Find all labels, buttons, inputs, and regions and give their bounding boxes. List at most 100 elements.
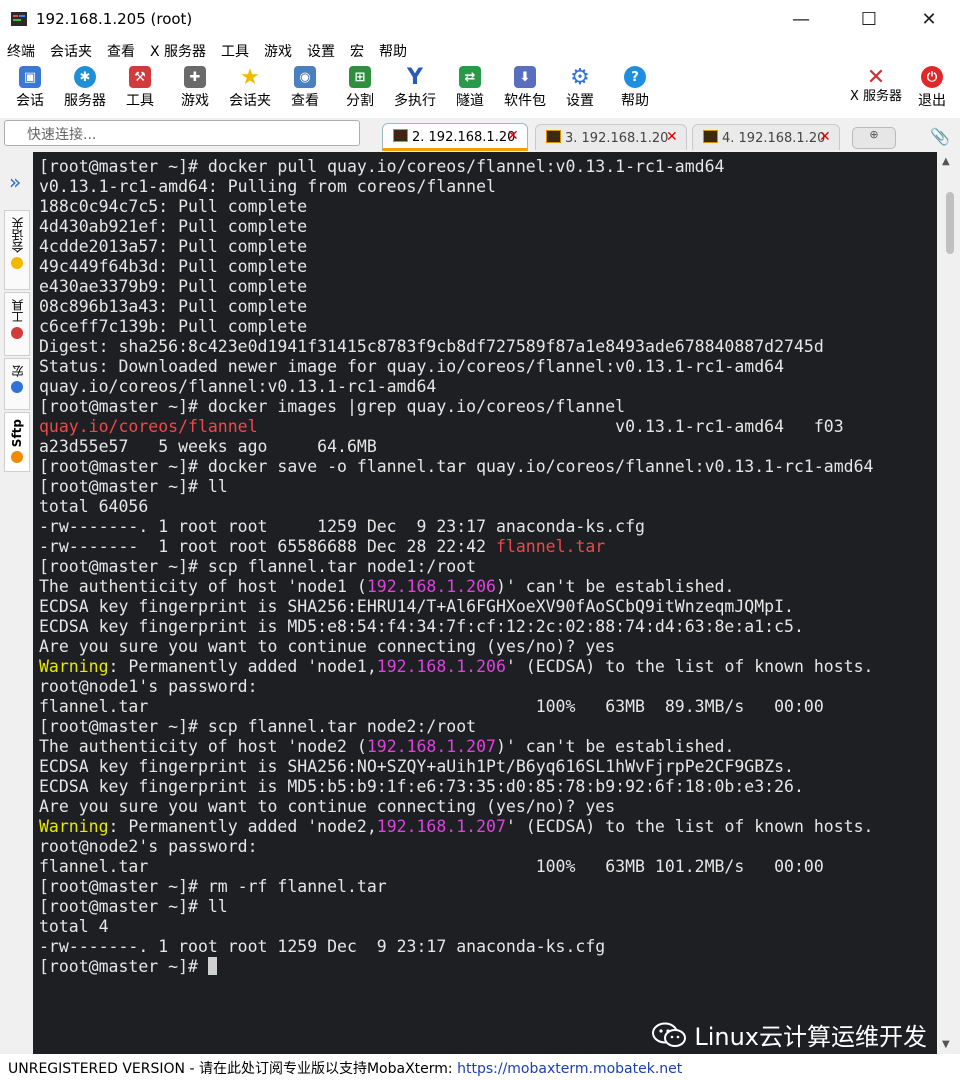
- menu-settings[interactable]: 设置: [300, 38, 343, 62]
- menu-help[interactable]: 帮助: [372, 38, 415, 62]
- toolbar-exit-button[interactable]: ⏻ 退出: [904, 66, 960, 110]
- terminal-text: root@node1's password:: [39, 677, 258, 696]
- terminal-text: 4d430ab921ef: Pull complete: [39, 217, 308, 236]
- menu-bar: 终端 会话夹 查看 X 服务器 工具 游戏 设置 宏 帮助: [0, 38, 960, 62]
- terminal-text: v0.13.1-rc1-amd64 f03: [257, 417, 844, 436]
- terminal-text: [root@master ~]# docker images |grep qua…: [39, 397, 626, 416]
- terminal-text: -rw-------. 1 root root 1259 Dec 9 23:17…: [39, 517, 645, 536]
- toolbar-split-button[interactable]: ⊞ 分割: [332, 66, 388, 110]
- terminal-scrollbar[interactable]: ▲ ▼: [937, 152, 960, 1054]
- quick-connect-input[interactable]: 快速连接...: [4, 120, 360, 146]
- double-chevron-right-icon[interactable]: »: [9, 170, 21, 194]
- terminal-line: [root@master ~]# scp flannel.tar node1:/…: [39, 557, 937, 577]
- sidebar-tab-label: 宏: [10, 365, 25, 377]
- terminal-line: Are you sure you want to continue connec…: [39, 637, 937, 657]
- tab-close-icon[interactable]: ✕: [507, 128, 519, 144]
- scrollbar-thumb[interactable]: [946, 192, 954, 254]
- terminal-text: [root@master ~]# docker pull quay.io/cor…: [39, 157, 725, 176]
- terminal-line: ECDSA key fingerprint is MD5:b5:b9:1f:e6…: [39, 777, 937, 797]
- tab-label: 3. 192.168.1.20: [565, 131, 669, 146]
- terminal-line: [root@master ~]# docker pull quay.io/cor…: [39, 157, 937, 177]
- minimize-button[interactable]: —: [778, 4, 824, 34]
- sidebar-tab-label: Sftp: [10, 419, 24, 448]
- terminal-line: 4d430ab921ef: Pull complete: [39, 217, 937, 237]
- terminal-text: -rw------- 1 root root 65586688 Dec 28 2…: [39, 537, 496, 556]
- terminal-line: root@node1's password:: [39, 677, 937, 697]
- mobaxterm-link[interactable]: https://mobaxterm.mobatek.net: [457, 1061, 682, 1077]
- tab-session-4[interactable]: 4. 192.168.1.20 ✕: [692, 124, 840, 150]
- menu-view[interactable]: 查看: [100, 38, 143, 62]
- menu-tools[interactable]: 工具: [214, 38, 257, 62]
- terminal-text: [root@master ~]# rm -rf flannel.tar: [39, 877, 387, 896]
- toolbar-label: 会话夹: [229, 93, 271, 109]
- maximize-button[interactable]: ☐: [846, 4, 892, 34]
- toolbar-label: 查看: [291, 93, 319, 109]
- sidebar-tab-tools[interactable]: 工具: [4, 292, 30, 356]
- toolbar-label: 服务器: [64, 93, 106, 109]
- sidebar-tab-macros[interactable]: 宏: [4, 358, 30, 410]
- menu-xserver[interactable]: X 服务器: [143, 38, 214, 62]
- toolbar-xserver-button[interactable]: ✕ X 服务器: [848, 65, 904, 104]
- paperclip-icon[interactable]: 📎: [930, 127, 950, 146]
- status-bar: UNREGISTERED VERSION - 请在此处订阅专业版以支持MobaX…: [0, 1054, 960, 1080]
- terminal-line: e430ae3379b9: Pull complete: [39, 277, 937, 297]
- terminal-text: Warning: [39, 657, 109, 676]
- toolbar-servers-button[interactable]: ✱ 服务器: [57, 66, 113, 110]
- terminal-line: -rw-------. 1 root root 1259 Dec 9 23:17…: [39, 937, 937, 957]
- terminal-text: ' (ECDSA) to the list of known hosts.: [505, 817, 874, 836]
- terminal-line: [root@master ~]# ll: [39, 477, 937, 497]
- sidebar-tab-sessions[interactable]: 会话夹: [4, 210, 30, 290]
- terminal-text: root@node2's password:: [39, 837, 258, 856]
- wechat-icon: [652, 1022, 687, 1047]
- menu-games[interactable]: 游戏: [257, 38, 300, 62]
- toolbar-tunnel-button[interactable]: ⇄ 隧道: [442, 66, 498, 110]
- toolbar-settings-button[interactable]: ⚙ 设置: [552, 64, 608, 110]
- tab-session-2[interactable]: 2. 192.168.1.20 ✕: [382, 123, 528, 151]
- toolbar-tools-button[interactable]: ⚒ 工具: [112, 66, 168, 110]
- terminal-line: 08c896b13a43: Pull complete: [39, 297, 937, 317]
- scroll-down-icon[interactable]: ▼: [942, 1039, 950, 1050]
- menu-terminal[interactable]: 终端: [0, 38, 43, 62]
- terminal-text: [root@master ~]# docker save -o flannel.…: [39, 457, 874, 476]
- tab-row: 快速连接... 2. 192.168.1.20 ✕ 3. 192.168.1.2…: [0, 118, 960, 152]
- menu-macros[interactable]: 宏: [343, 38, 372, 62]
- toolbar-packages-button[interactable]: ⬇ 软件包: [497, 66, 553, 110]
- toolbar-label: 隧道: [456, 93, 484, 109]
- scroll-up-icon[interactable]: ▲: [942, 156, 950, 167]
- tab-close-icon[interactable]: ✕: [666, 129, 678, 145]
- close-window-button[interactable]: ✕: [906, 4, 952, 34]
- terminal-output[interactable]: [root@master ~]# docker pull quay.io/cor…: [33, 152, 937, 1054]
- tab-close-icon[interactable]: ✕: [819, 129, 831, 145]
- terminal-text: 4cdde2013a57: Pull complete: [39, 237, 308, 256]
- toolbar-help-button[interactable]: ? 帮助: [607, 66, 663, 110]
- tab-session-3[interactable]: 3. 192.168.1.20 ✕: [535, 124, 687, 150]
- sidebar-tab-sftp[interactable]: Sftp: [4, 412, 30, 472]
- terminal-text: 49c449f64b3d: Pull complete: [39, 257, 308, 276]
- terminal-text: [root@master ~]# scp flannel.tar node1:/…: [39, 557, 477, 576]
- menu-sessions[interactable]: 会话夹: [43, 38, 100, 62]
- terminal-text: )' can't be established.: [495, 737, 735, 756]
- toolbar-games-button[interactable]: ✚ 游戏: [167, 66, 223, 110]
- toolbar-session-button[interactable]: ▣ 会话: [2, 66, 58, 110]
- sidebar-tab-label: 工具: [10, 299, 25, 323]
- terminal-line: Are you sure you want to continue connec…: [39, 797, 937, 817]
- terminal-text: : Permanently added 'node2,: [108, 817, 377, 836]
- terminal-text: 192.168.1.207: [366, 737, 496, 756]
- terminal-text: The authenticity of host 'node2 (: [39, 737, 367, 756]
- gear-icon: ⚙: [570, 64, 590, 90]
- toolbar-sessions-button[interactable]: ★ 会话夹: [222, 65, 278, 110]
- new-tab-button[interactable]: ⊕: [852, 127, 896, 149]
- terminal-text: quay.io/coreos/flannel:v0.13.1-rc1-amd64: [39, 377, 437, 396]
- terminal-line: The authenticity of host 'node1 (192.168…: [39, 577, 937, 597]
- terminal-text: Are you sure you want to continue connec…: [39, 637, 616, 656]
- toolbar-multiexec-button[interactable]: Y 多执行: [387, 65, 443, 110]
- terminal-text: -rw-------. 1 root root 1259 Dec 9 23:17…: [39, 937, 606, 956]
- left-sidebar: » 会话夹 工具 宏 Sftp: [0, 152, 33, 1054]
- terminal-line: [root@master ~]#: [39, 957, 937, 977]
- toolbar-view-button[interactable]: ◉ 查看: [277, 66, 333, 110]
- terminal-text: [root@master ~]# scp flannel.tar node2:/…: [39, 717, 477, 736]
- split-icon: ⊞: [349, 66, 371, 88]
- terminal-line: 49c449f64b3d: Pull complete: [39, 257, 937, 277]
- terminal-line: [root@master ~]# rm -rf flannel.tar: [39, 877, 937, 897]
- terminal-text: c6ceff7c139b: Pull complete: [39, 317, 308, 336]
